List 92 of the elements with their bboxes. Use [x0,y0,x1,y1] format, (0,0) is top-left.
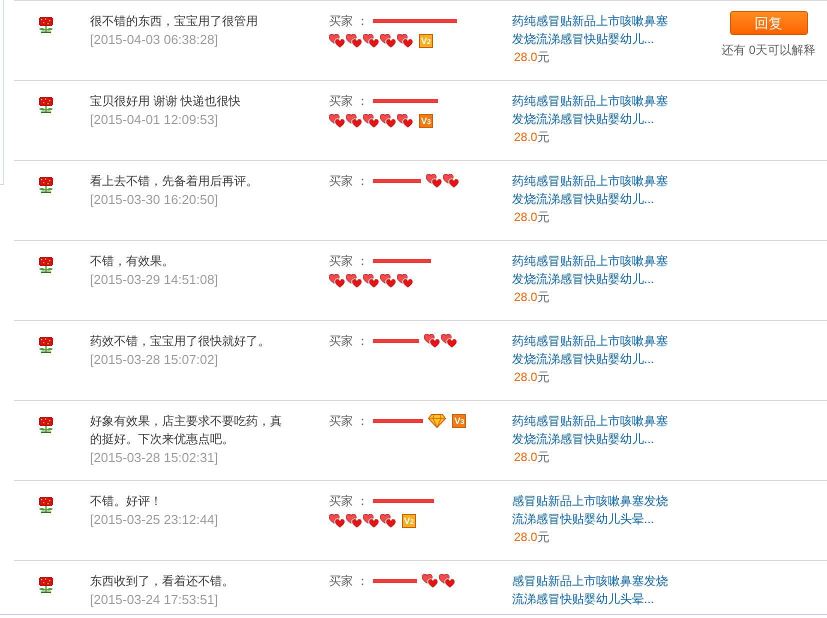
review-comment: 不错，有效果。 [90,253,174,270]
vip-level-badge: V$_{3}$ [452,414,466,428]
review-date: [2015-03-28 15:02:31] [90,449,218,467]
flower-icon [38,577,54,593]
redaction-bar [373,259,432,263]
double-heart-icon [426,174,442,188]
product-link[interactable]: 感冒贴新品上市咳嗽鼻塞发烧流涕感冒快贴婴幼儿头晕... [512,572,672,608]
buyer-label: 买家 ： [329,173,368,190]
double-heart-icon [363,114,379,128]
redaction-bar [373,339,420,343]
double-heart-icon [380,34,396,48]
double-heart-icon [380,274,396,288]
double-heart-icon [441,334,458,348]
double-heart-icon [329,274,345,288]
buyer-label: 买家 ： [329,333,368,350]
review-comment: 很不错的东西，宝宝用了很管用 [90,13,258,30]
currency-label: 元 [537,289,550,306]
reply-deadline-note: 还有 0天可以解释 [721,42,816,59]
price-amount: 28.0 [514,209,538,226]
double-heart-icon [363,34,379,48]
product-link[interactable]: 药纯感冒贴新品上市咳嗽鼻塞发烧流涕感冒快贴婴幼儿... [512,92,672,128]
review-date: [2015-03-30 16:20:50] [90,191,218,209]
double-heart-icon [346,114,362,128]
redaction-bar [373,179,422,183]
price-amount: 28.0 [514,49,538,66]
flower-icon [38,17,54,33]
price-amount: 28.0 [514,449,538,466]
double-heart-icon [346,514,362,528]
flower-icon [38,337,54,353]
product-link[interactable]: 药纯感冒贴新品上市咳嗽鼻塞发烧流涕感冒快贴婴幼儿... [512,252,672,288]
redaction-bar [373,499,434,503]
diamond-icon [428,414,446,428]
currency-label: 元 [537,529,550,546]
redaction-bar [373,579,418,583]
double-heart-icon [397,34,413,48]
currency-label: 元 [537,129,550,146]
double-heart-icon [346,274,362,288]
vip-level-badge: V$_{2}$ [402,514,416,528]
double-heart-icon [380,514,396,528]
review-date: [2015-03-24 17:53:51] [90,591,218,609]
buyer-label: 买家 ： [329,493,368,510]
double-heart-icon [397,274,413,288]
double-heart-icon [439,574,456,588]
buyer-label: 买家 ： [329,253,368,270]
vip-level-badge: V$_{2}$ [419,34,433,48]
review-comment: 宝贝很好用 谢谢 快递也很快 [90,93,241,110]
double-heart-icon [329,514,345,528]
price-amount: 28.0 [514,129,538,146]
double-heart-icon [329,114,345,128]
currency-label: 元 [537,369,550,386]
product-link[interactable]: 药纯感冒贴新品上市咳嗽鼻塞发烧流涕感冒快贴婴幼儿... [512,332,672,368]
vip-level-badge: V$_{3}$ [419,114,433,128]
review-date: [2015-03-28 15:07:02] [90,351,218,369]
review-date: [2015-04-03 06:38:28] [90,31,218,49]
buyer-label: 买家 ： [329,413,368,430]
review-date: [2015-03-29 14:51:08] [90,271,218,289]
buyer-label: 买家 ： [329,93,368,110]
double-heart-icon [443,174,460,188]
double-heart-icon [329,34,345,48]
review-comment: 看上去不错，先备着用后再评。 [90,173,258,190]
review-comment: 不错。好评！ [90,493,162,510]
double-heart-icon [346,34,362,48]
flower-icon [38,97,54,113]
product-link[interactable]: 药纯感冒贴新品上市咳嗽鼻塞发烧流涕感冒快贴婴幼儿... [512,172,672,208]
review-comment: 东西收到了，看着还不错。 [90,573,234,590]
review-date: [2015-04-01 12:09:53] [90,111,218,129]
currency-label: 元 [537,49,550,66]
review-comment: 好象有效果，店主要求不要吃药，真的挺好。下次来优惠点吧。 [90,413,283,448]
flower-icon [38,257,54,273]
flower-icon [38,177,54,193]
product-link[interactable]: 感冒贴新品上市咳嗽鼻塞发烧流涕感冒快贴婴幼儿头晕... [512,492,672,528]
redaction-bar [373,99,438,103]
double-heart-icon [397,114,413,128]
flower-icon [38,497,54,513]
buyer-label: 买家 ： [329,13,368,30]
redaction-bar [373,419,424,423]
review-date: [2015-03-25 23:12:44] [90,511,218,529]
double-heart-icon [380,114,396,128]
double-heart-icon [363,514,379,528]
currency-label: 元 [537,449,550,466]
currency-label: 元 [537,209,550,226]
review-comment: 药效不错，宝宝用了很快就好了。 [90,333,270,350]
product-link[interactable]: 药纯感冒贴新品上市咳嗽鼻塞发烧流涕感冒快贴婴幼儿... [512,12,672,48]
double-heart-icon [424,334,440,348]
flower-icon [38,417,54,433]
buyer-label: 买家 ： [329,573,368,590]
price-amount: 28.0 [514,529,538,546]
double-heart-icon [422,574,438,588]
product-link[interactable]: 药纯感冒贴新品上市咳嗽鼻塞发烧流涕感冒快贴婴幼儿... [512,412,672,448]
price-amount: 28.0 [514,289,538,306]
double-heart-icon [363,274,379,288]
price-amount: 28.0 [514,369,538,386]
